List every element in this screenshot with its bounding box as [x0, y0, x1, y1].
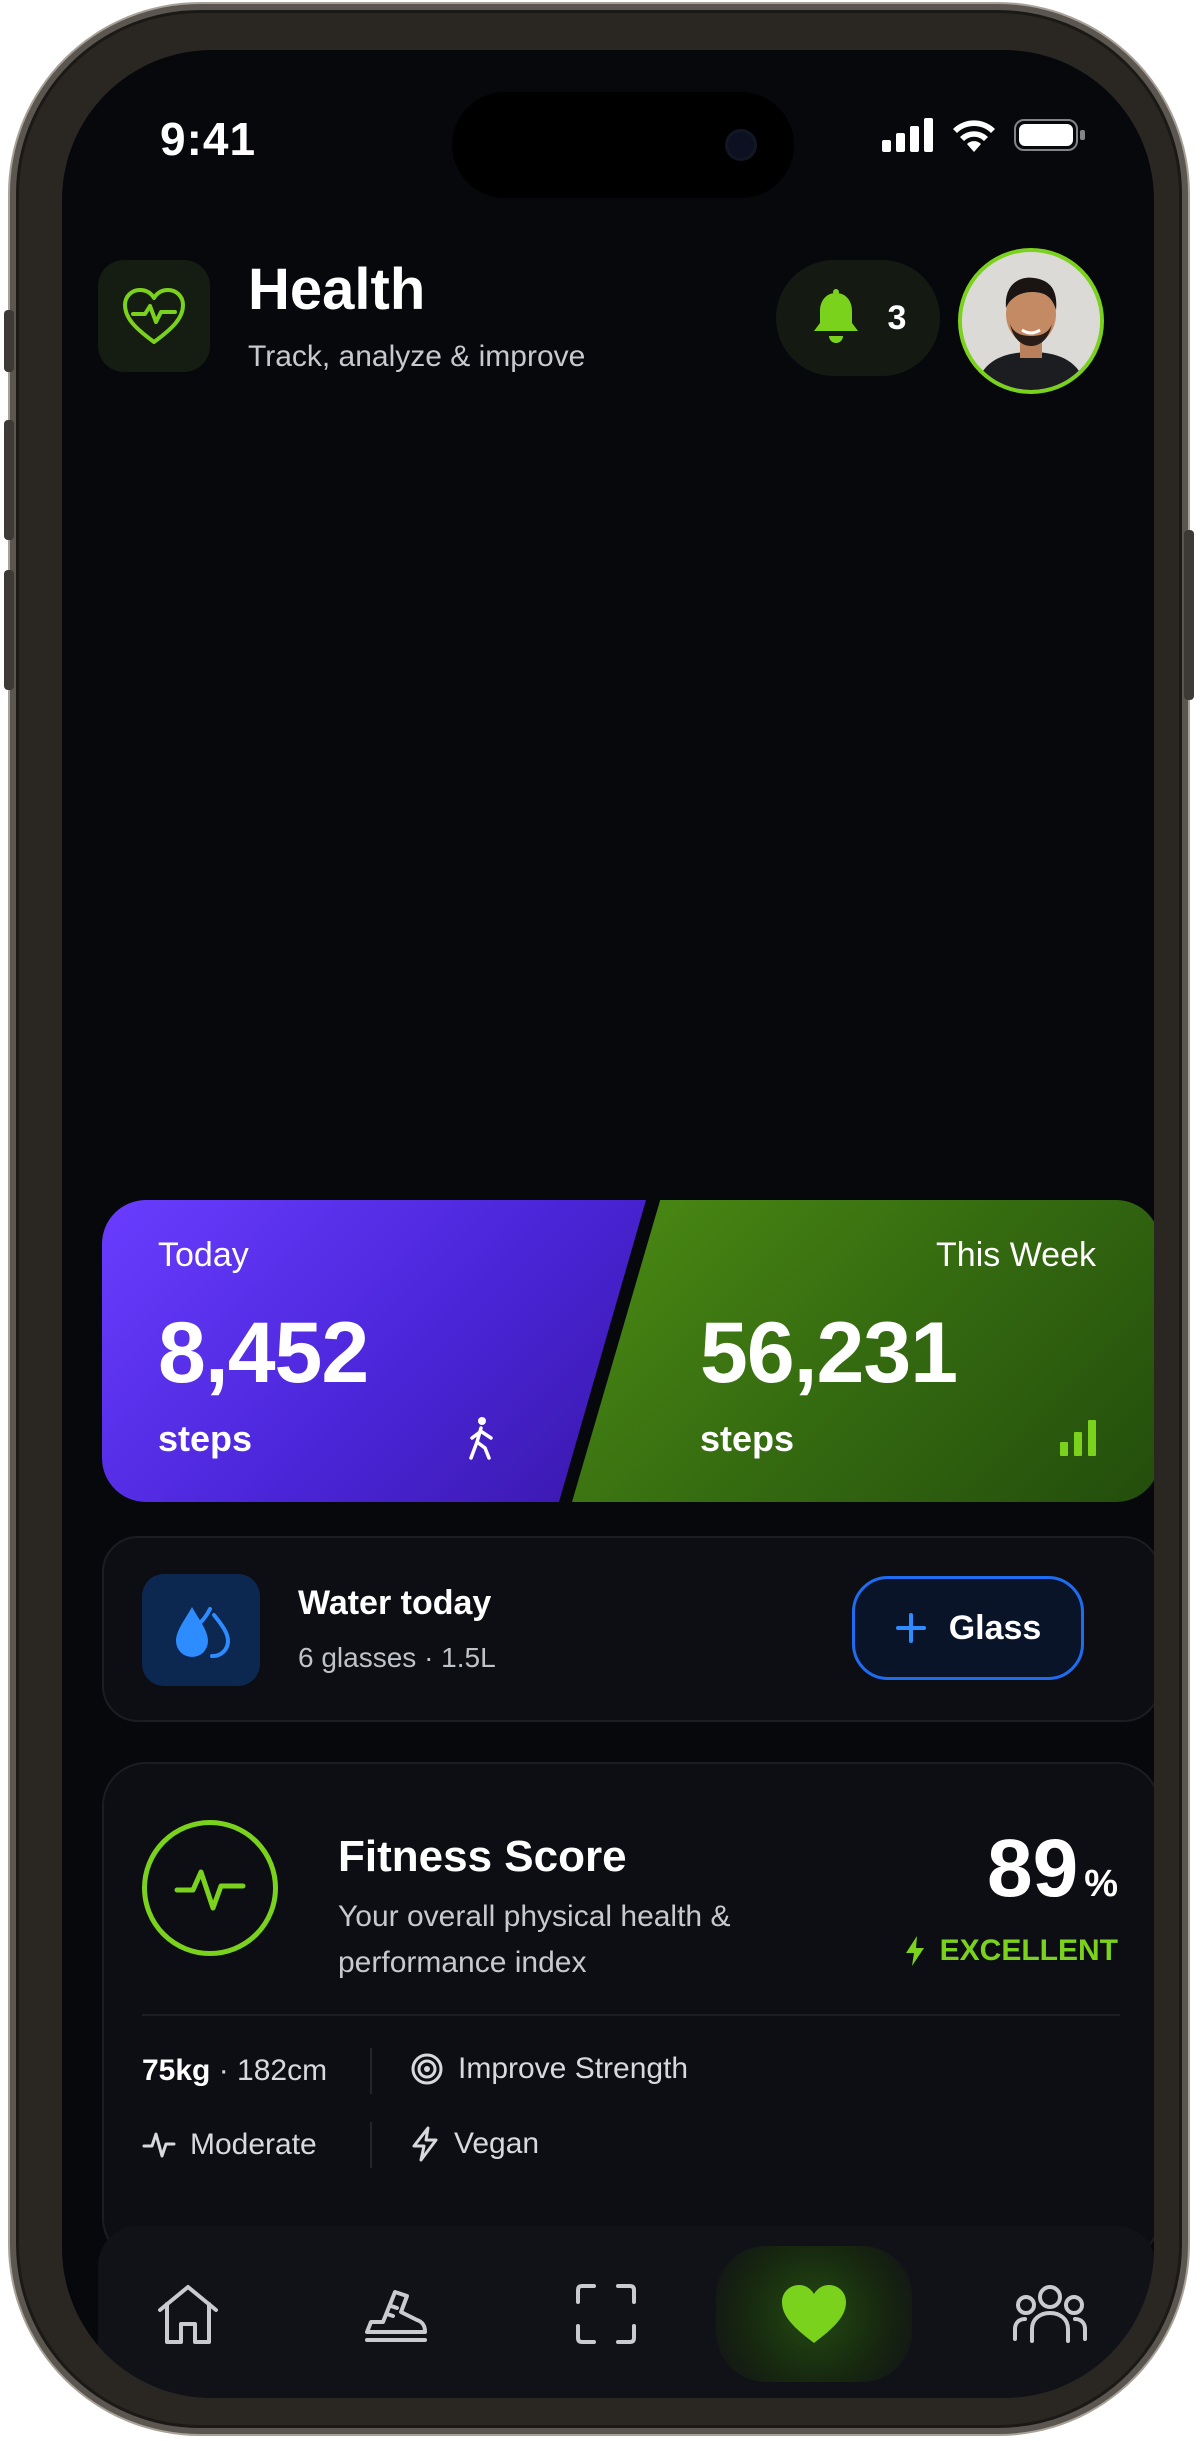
power-button [1184, 530, 1194, 700]
diet-stat: Vegan [410, 2126, 539, 2162]
today-steps-unit: steps [158, 1418, 253, 1459]
health-logo [98, 260, 210, 372]
sneaker-icon [365, 2290, 427, 2342]
body-stats: 75kg · 182cm [142, 2054, 327, 2088]
status-icons [882, 118, 1086, 152]
fitness-rating: EXCELLENT [904, 1934, 1118, 1968]
notifications-button[interactable]: 3 [776, 260, 940, 376]
fitness-score-card[interactable]: Fitness Score Your overall physical heal… [102, 1762, 1154, 2262]
dynamic-island [452, 92, 794, 198]
water-drops-icon [176, 1607, 231, 1659]
diet-label: Vegan [454, 2127, 540, 2160]
nav-scan[interactable] [548, 2256, 664, 2372]
fitness-score-value: 89 [986, 1823, 1079, 1914]
height-value: · 182cm [218, 2054, 328, 2087]
cellular-signal-icon [882, 118, 933, 152]
wifi-icon [953, 120, 995, 152]
bell-icon [813, 289, 858, 343]
volume-up-button [4, 420, 14, 540]
fitness-score-unit: % [1084, 1863, 1118, 1905]
plus-icon [895, 1613, 926, 1643]
divider [142, 2014, 1120, 2016]
bar-chart-icon [1060, 1420, 1096, 1456]
water-title: Water today [298, 1584, 492, 1622]
nav-community[interactable] [992, 2256, 1108, 2372]
activity-stat: Moderate [142, 2128, 317, 2162]
action-button [4, 310, 14, 372]
activity-pulse-icon [174, 1869, 246, 1911]
fitness-ring [142, 1820, 278, 1956]
today-steps-card[interactable]: Today 8,452 steps [102, 1200, 646, 1502]
fitness-score: 89% [987, 1822, 1118, 1916]
nav-home[interactable] [130, 2256, 246, 2372]
target-icon [411, 2053, 443, 2085]
today-label: Today [158, 1236, 249, 1274]
page-subtitle: Track, analyze & improve [248, 340, 586, 373]
notification-count: 3 [887, 298, 907, 337]
goal-label: Improve Strength [458, 2052, 689, 2085]
water-subtitle: 6 glasses · 1.5L [298, 1642, 496, 1673]
stat-separator [370, 2122, 372, 2168]
add-glass-label: Glass [948, 1608, 1042, 1647]
profile-photo [962, 252, 1100, 390]
lightning-outline-icon [412, 2126, 438, 2162]
bottom-nav [98, 2226, 1154, 2398]
fitness-rating-label: EXCELLENT [939, 1934, 1118, 1967]
fitness-title: Fitness Score [338, 1832, 627, 1881]
nav-workouts[interactable] [338, 2256, 454, 2372]
week-steps-unit: steps [700, 1418, 795, 1459]
scan-icon [576, 2284, 636, 2344]
nav-health[interactable] [716, 2246, 912, 2382]
community-icon [1013, 2285, 1087, 2343]
activity-label: Moderate [190, 2128, 317, 2161]
heart-icon [782, 2285, 846, 2343]
screen: 9:41 Health Track, analyze & improve 3 T… [62, 50, 1154, 2398]
stat-separator [370, 2048, 372, 2094]
weight-value: 75kg [142, 2054, 211, 2087]
phone-frame: 9:41 Health Track, analyze & improve 3 T… [4, 4, 1194, 2434]
add-glass-button[interactable]: Glass [852, 1576, 1084, 1680]
status-time: 9:41 [160, 113, 257, 165]
lightning-icon [905, 1936, 924, 1966]
heart-pulse-icon [123, 288, 185, 344]
activity-icon [142, 2132, 176, 2158]
battery-icon [1014, 119, 1085, 151]
walking-icon [469, 1417, 493, 1460]
fitness-description: Your overall physical health & performan… [338, 1900, 731, 1979]
home-icon [158, 2285, 218, 2344]
avatar[interactable] [958, 248, 1104, 394]
today-steps-value: 8,452 [158, 1305, 369, 1401]
water-drop-badge [142, 1574, 260, 1686]
week-label: This Week [936, 1236, 1096, 1274]
goal-stat: Improve Strength [410, 2052, 688, 2086]
water-card: Water today 6 glasses · 1.5L Glass [102, 1536, 1154, 1722]
week-steps-value: 56,231 [700, 1305, 958, 1401]
volume-down-button [4, 570, 14, 690]
page-title: Health [248, 257, 426, 322]
week-steps-card[interactable]: This Week 56,231 steps [572, 1200, 1154, 1502]
